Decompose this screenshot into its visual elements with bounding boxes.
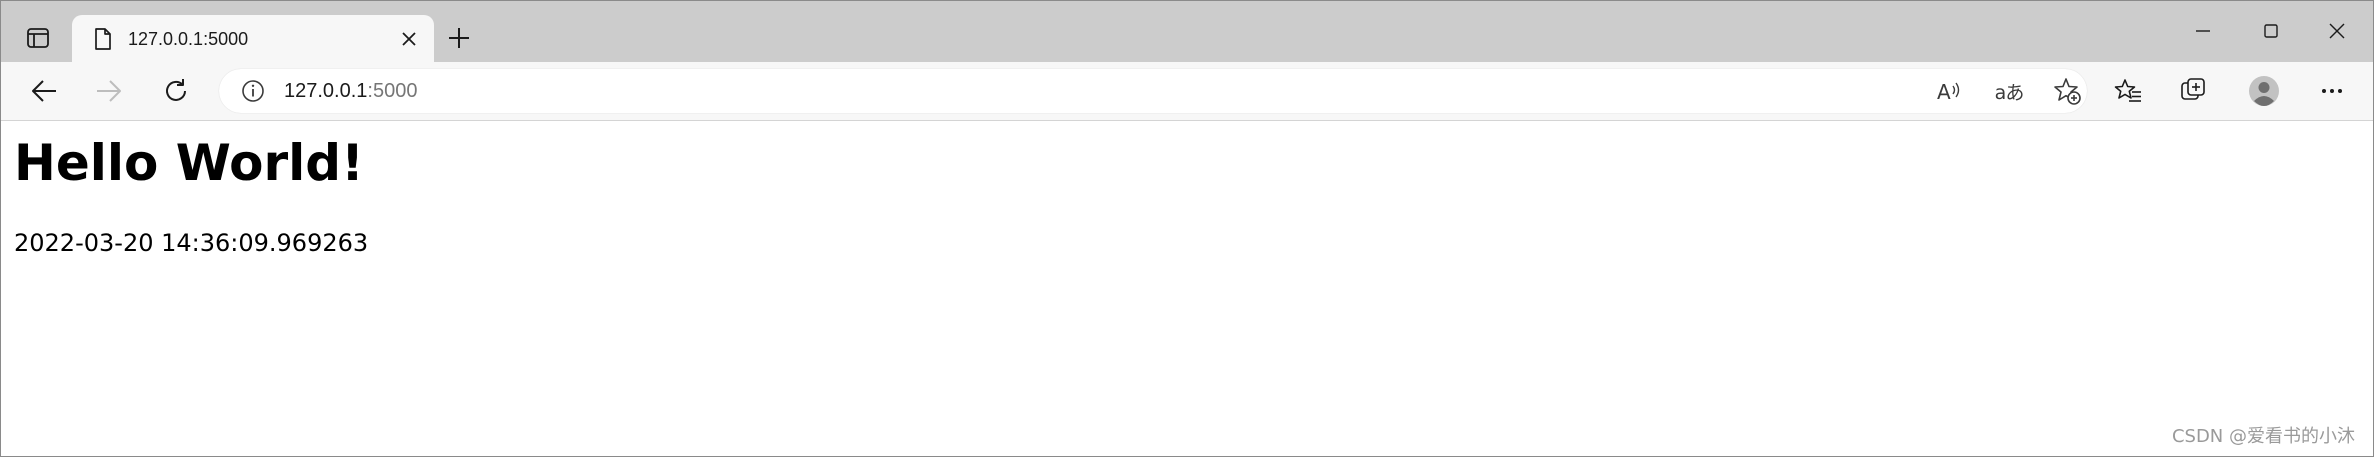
refresh-button[interactable] bbox=[153, 68, 199, 114]
tab-title: 127.0.0.1:5000 bbox=[128, 29, 249, 49]
new-tab-button[interactable] bbox=[437, 16, 481, 60]
add-favorite-icon[interactable] bbox=[2045, 69, 2089, 113]
window-close-button[interactable] bbox=[2307, 7, 2367, 55]
page-timestamp: 2022-03-20 14:36:09.969263 bbox=[14, 229, 369, 257]
tab-actions-icon bbox=[27, 28, 49, 48]
tab-actions-button[interactable] bbox=[15, 15, 61, 61]
forward-icon bbox=[96, 80, 122, 102]
favorites-icon bbox=[2114, 78, 2142, 104]
url-port: :5000 bbox=[367, 80, 418, 102]
translate-glyph: aあ bbox=[1994, 81, 2025, 104]
profile-button[interactable] bbox=[2241, 68, 2287, 114]
navigation-toolbar: 127.0.0.1:5000 A aあ bbox=[1, 62, 2373, 121]
close-icon bbox=[2329, 23, 2345, 39]
translate-icon[interactable]: aあ bbox=[1987, 69, 2031, 113]
tab-active[interactable]: 127.0.0.1:5000 bbox=[72, 15, 434, 63]
plus-icon bbox=[448, 27, 470, 49]
minimize-button[interactable] bbox=[2173, 7, 2233, 55]
page-icon bbox=[89, 25, 117, 53]
maximize-button[interactable] bbox=[2241, 7, 2301, 55]
collections-button[interactable] bbox=[2171, 68, 2217, 114]
url-host: 127.0.0.1 bbox=[284, 80, 368, 102]
tab-strip: 127.0.0.1:5000 bbox=[1, 1, 2373, 63]
forward-button[interactable] bbox=[86, 68, 132, 114]
address-bar[interactable]: 127.0.0.1:5000 A aあ bbox=[219, 69, 2087, 113]
svg-text:A: A bbox=[1937, 80, 1951, 102]
more-icon bbox=[2321, 88, 2343, 94]
tab-close-button[interactable] bbox=[394, 24, 424, 54]
back-button[interactable] bbox=[21, 68, 67, 114]
back-icon bbox=[31, 80, 57, 102]
read-aloud-icon[interactable]: A bbox=[1927, 69, 1971, 113]
watermark: CSDN @爱看书的小沐 bbox=[2171, 426, 2355, 447]
maximize-icon bbox=[2263, 23, 2279, 39]
refresh-icon bbox=[163, 78, 189, 104]
collections-icon bbox=[2180, 77, 2208, 105]
page-content: Hello World! 2022-03-20 14:36:09.969263 … bbox=[1, 121, 2373, 456]
page-heading: Hello World! bbox=[14, 134, 364, 192]
more-button[interactable] bbox=[2309, 68, 2355, 114]
minimize-icon bbox=[2195, 23, 2211, 39]
address-bar-url[interactable]: 127.0.0.1:5000 bbox=[284, 69, 417, 113]
profile-icon bbox=[2248, 75, 2280, 107]
favorites-button[interactable] bbox=[2105, 68, 2151, 114]
info-icon[interactable] bbox=[231, 69, 275, 113]
browser-window: 127.0.0.1:5000 127.0.0.1:5000 A aあ Hello… bbox=[0, 0, 2374, 457]
